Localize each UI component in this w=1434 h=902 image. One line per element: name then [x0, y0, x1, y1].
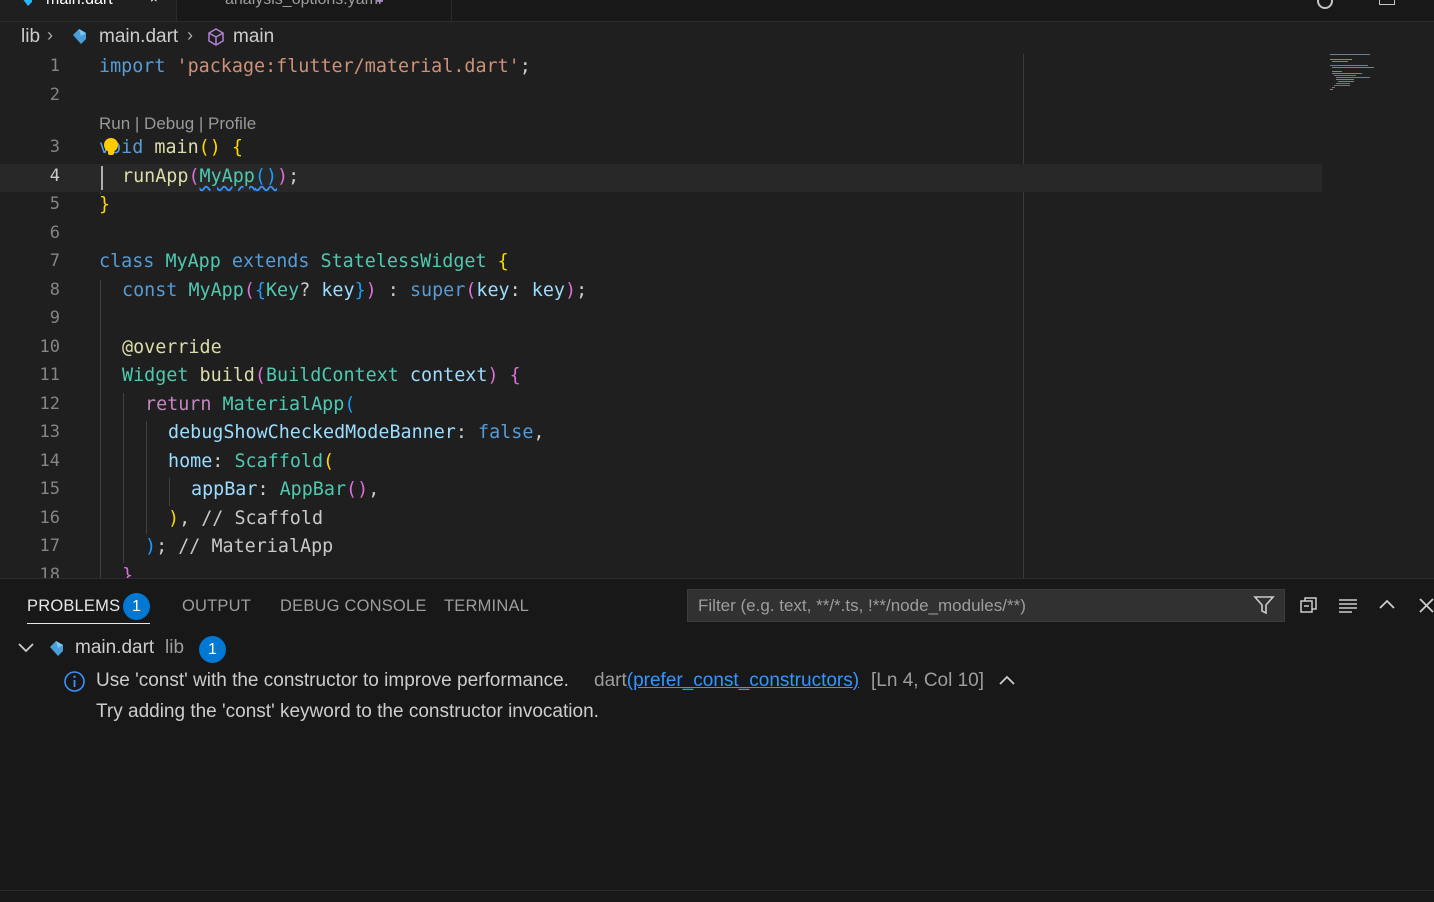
line-number: 17	[39, 536, 60, 556]
code-line: 14 home: Scaffold(	[0, 449, 1322, 477]
line-number: 5	[49, 194, 60, 214]
chevron-right-icon: ›	[187, 25, 193, 45]
maximize-panel-icon[interactable]	[1378, 596, 1396, 620]
problem-location: [Ln 4, Col 10]	[871, 670, 985, 691]
line-number: 10	[39, 337, 60, 357]
code-line: 1 import 'package:flutter/material.dart'…	[0, 54, 1322, 82]
line-number: 4	[49, 166, 60, 186]
line-number: 7	[49, 251, 60, 271]
problems-count-badge: 1	[123, 593, 150, 620]
dart-icon	[20, 0, 34, 13]
line-number: 8	[49, 280, 60, 300]
line-number: 2	[49, 85, 60, 105]
problem-code-link[interactable]: (prefer_const_constructors)	[627, 670, 859, 691]
lightbulb-icon[interactable]	[104, 138, 118, 155]
code-line: 13 debugShowCheckedModeBanner: false,	[0, 420, 1322, 448]
dart-icon	[48, 640, 66, 664]
problem-source: dart(prefer_const_constructors)	[594, 670, 860, 691]
tab-label: analysis_options.yaml	[225, 0, 382, 9]
code-line-current: 4 runApp(MyApp());	[0, 164, 1322, 192]
gear-icon[interactable]	[1317, 0, 1333, 9]
chevron-up-icon[interactable]	[998, 672, 1016, 696]
breadcrumb-file[interactable]: main.dart	[99, 26, 178, 48]
line-number: 15	[39, 479, 60, 499]
minimap[interactable]	[1328, 54, 1388, 104]
collapse-all-icon[interactable]	[1299, 595, 1319, 621]
breadcrumb-folder[interactable]: lib	[21, 26, 40, 48]
code-line: 5 }	[0, 192, 1322, 220]
code-line: 12 return MaterialApp(	[0, 392, 1322, 420]
problem-file-folder: lib	[165, 637, 185, 658]
problem-file-name: main.dart	[75, 637, 155, 658]
code-line: 16 ), // Scaffold	[0, 506, 1322, 534]
problem-item[interactable]: Use 'const' with the constructor to impr…	[0, 667, 1434, 697]
code-line: 18 }	[0, 563, 1322, 578]
tab-label: main.dart	[46, 0, 113, 9]
bottom-panel: PROBLEMS 1 OUTPUT DEBUG CONSOLE TERMINAL…	[0, 578, 1434, 891]
code-line: 15 appBar: AppBar(),	[0, 477, 1322, 505]
chevron-right-icon: ›	[47, 25, 53, 45]
line-number: 1	[49, 56, 60, 76]
code-line: 10 @override	[0, 335, 1322, 363]
code-line: 8 const MyApp({Key? key}) : super(key: k…	[0, 278, 1322, 306]
tab-main-dart[interactable]: main.dart ×	[0, 0, 177, 21]
close-panel-icon[interactable]	[1418, 596, 1434, 620]
codelens-run-debug-profile[interactable]: Run | Debug | Profile	[99, 114, 256, 134]
line-number: 6	[49, 223, 60, 243]
problems-filter-input[interactable]	[687, 589, 1285, 622]
word-wrap-icon[interactable]	[1338, 596, 1358, 622]
problem-hint: Try adding the 'const' keyword to the co…	[96, 701, 599, 722]
line-number: 13	[39, 422, 60, 442]
code-line: 6	[0, 221, 1322, 249]
tab-close-icon[interactable]: ×	[150, 0, 158, 6]
code-line: 7 class MyApp extends StatelessWidget {	[0, 249, 1322, 277]
code-line: 9	[0, 306, 1322, 334]
tab-terminal[interactable]: TERMINAL	[444, 597, 529, 616]
cube-icon	[206, 27, 226, 53]
tab-problems[interactable]: PROBLEMS	[27, 597, 120, 616]
editor-tab-bar: main.dart × analysis_options.yaml ×	[0, 0, 1434, 22]
problems-file-group[interactable]: main.dart lib 1	[0, 634, 1434, 664]
code-editor[interactable]: 1 import 'package:flutter/material.dart'…	[0, 54, 1434, 578]
line-number: 12	[39, 394, 60, 414]
tab-analysis-options[interactable]: analysis_options.yaml ×	[177, 0, 452, 21]
line-number: 11	[39, 365, 60, 385]
split-editor-icon[interactable]	[1379, 0, 1395, 5]
filter-icon[interactable]	[1253, 594, 1275, 622]
code-line: 17 ); // MaterialApp	[0, 534, 1322, 562]
code-line: 2	[0, 83, 1322, 111]
file-problem-count-badge: 1	[199, 636, 226, 663]
line-number: 18	[39, 565, 60, 578]
line-number: 14	[39, 451, 60, 471]
dart-icon	[71, 28, 89, 52]
code-line: 3 void main() {	[0, 135, 1322, 163]
line-number: 9	[49, 308, 60, 328]
info-icon	[63, 670, 86, 699]
breadcrumb: lib › main.dart › main	[0, 24, 600, 50]
problem-message: Use 'const' with the constructor to impr…	[96, 670, 569, 691]
text-cursor	[101, 166, 103, 190]
active-tab-indicator	[27, 623, 150, 624]
tab-output[interactable]: OUTPUT	[182, 597, 251, 616]
line-number: 3	[49, 137, 60, 157]
chevron-down-icon[interactable]	[17, 638, 35, 662]
tab-debug-console[interactable]: DEBUG CONSOLE	[280, 597, 427, 616]
code-line: 11 Widget build(BuildContext context) {	[0, 363, 1322, 391]
line-number: 16	[39, 508, 60, 528]
status-bar	[0, 890, 1434, 902]
breadcrumb-symbol[interactable]: main	[233, 26, 274, 48]
